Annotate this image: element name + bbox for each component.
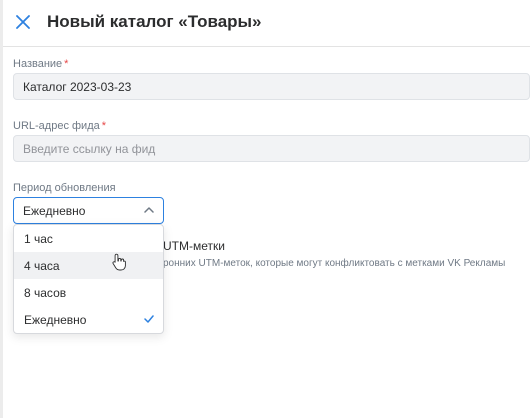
header-divider <box>3 46 530 47</box>
utm-description: ронних UTM-меток, которые могут конфликт… <box>163 258 506 269</box>
utm-title: UTM-метки <box>163 239 225 253</box>
chevron-up-icon <box>144 207 154 213</box>
name-label-text: Название <box>13 58 63 70</box>
name-label: Название * <box>13 58 68 70</box>
period-selected-value: Ежедневно <box>23 203 86 218</box>
feed-url-label: URL-адрес фида * <box>13 120 106 132</box>
period-dropdown: 1 час 4 часа 8 часов Ежедневно <box>13 224 164 334</box>
name-field-value: Каталог 2023-03-23 <box>23 79 132 94</box>
required-mark: * <box>64 58 69 70</box>
option-label: Ежедневно <box>24 312 87 327</box>
close-icon <box>16 15 30 29</box>
option-label: 1 час <box>24 231 53 246</box>
catalog-panel: Новый каталог «Товары» Название * Каталог… <box>3 0 530 418</box>
period-option-daily[interactable]: Ежедневно <box>14 306 163 333</box>
period-option-1h[interactable]: 1 час <box>14 225 163 252</box>
option-label: 8 часов <box>24 285 67 300</box>
feed-url-placeholder: Введите ссылку на фид <box>23 141 156 156</box>
feed-url-input[interactable]: Введите ссылку на фид <box>13 135 530 162</box>
period-option-4h[interactable]: 4 часа <box>14 252 163 279</box>
page-title: Новый каталог «Товары» <box>47 12 262 31</box>
period-label: Период обновления <box>13 182 116 194</box>
option-label: 4 часа <box>24 258 60 273</box>
panel-header: Новый каталог «Товары» <box>3 0 530 46</box>
feed-url-label-text: URL-адрес фида <box>13 120 100 132</box>
period-option-8h[interactable]: 8 часов <box>14 279 163 306</box>
period-select[interactable]: Ежедневно <box>13 197 164 224</box>
checkmark-icon <box>144 315 154 323</box>
hand-cursor-icon <box>112 253 126 271</box>
name-field[interactable]: Каталог 2023-03-23 <box>13 73 530 100</box>
close-button[interactable] <box>14 13 32 31</box>
required-mark: * <box>101 120 107 132</box>
